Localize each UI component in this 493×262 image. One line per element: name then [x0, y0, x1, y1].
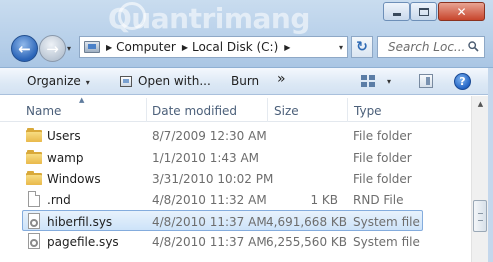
scroll-thumb[interactable]: [473, 200, 487, 232]
search-input[interactable]: Search Loc...: [377, 36, 485, 58]
list-item[interactable]: Windows 3/31/2010 10:02 PM File folder: [0, 168, 470, 189]
column-divider[interactable]: [347, 98, 348, 122]
file-type: File folder: [353, 129, 412, 143]
file-name: pagefile.sys: [47, 235, 119, 249]
folder-icon: [26, 128, 42, 142]
column-header-date[interactable]: Date modified: [152, 104, 237, 118]
file-icon: [28, 191, 40, 207]
system-file-icon: [28, 213, 40, 229]
column-headers: ▲ Name Date modified Size Type: [0, 96, 470, 122]
forward-button[interactable]: →: [39, 35, 66, 62]
maximize-button[interactable]: [410, 2, 437, 21]
file-type: System file: [353, 235, 420, 249]
breadcrumb-computer[interactable]: Computer: [116, 40, 176, 54]
back-arrow-icon: ←: [18, 39, 31, 58]
help-icon: ?: [459, 75, 466, 88]
window-frame: [488, 68, 493, 262]
file-name: hiberfil.sys: [47, 215, 113, 229]
column-header-size[interactable]: Size: [274, 104, 299, 118]
breadcrumb-separator[interactable]: ▶: [182, 43, 188, 52]
file-date: 1/1/2010 1:43 AM: [152, 151, 260, 165]
file-list: ▲ Name Date modified Size Type Users 8/7…: [0, 96, 470, 262]
file-name: .rnd: [47, 193, 71, 207]
list-item[interactable]: wamp 1/1/2010 1:43 AM File folder: [0, 147, 470, 168]
address-bar[interactable]: ▶ Computer ▶ Local Disk (C:) ▶ ▾: [79, 36, 348, 58]
organize-label: Organize: [27, 74, 81, 88]
folder-icon: [26, 171, 42, 185]
file-date: 8/7/2009 12:30 AM: [152, 129, 267, 143]
column-header-type[interactable]: Type: [354, 104, 382, 118]
help-button[interactable]: ?: [454, 73, 471, 90]
close-button[interactable]: ✕: [438, 2, 485, 21]
breadcrumb-separator[interactable]: ▶: [106, 43, 112, 52]
folder-icon: [26, 150, 42, 164]
minimize-icon: [392, 13, 401, 16]
column-divider[interactable]: [267, 98, 268, 122]
organize-button[interactable]: Organize ▾: [27, 74, 90, 88]
breadcrumb-separator[interactable]: ▶: [284, 43, 290, 52]
file-date: 3/31/2010 10:02 PM: [152, 172, 274, 186]
file-type: File folder: [353, 151, 412, 165]
breadcrumb-local-disk[interactable]: Local Disk (C:): [192, 40, 278, 54]
file-size: 6,255,560 KB: [266, 235, 347, 249]
file-date: 4/8/2010 11:37 AM: [152, 235, 267, 249]
list-item[interactable]: pagefile.sys 4/8/2010 11:37 AM 6,255,560…: [0, 231, 470, 252]
sort-ascending-icon: ▲: [79, 96, 85, 104]
scroll-up-button[interactable]: ▲: [472, 96, 489, 112]
file-size: 1 KB: [310, 193, 338, 207]
file-type: File folder: [353, 172, 412, 186]
open-with-icon: [120, 75, 132, 87]
refresh-icon: ↻: [356, 39, 368, 55]
preview-pane-button[interactable]: [419, 74, 433, 88]
watermark: Quantrimang: [108, 2, 310, 35]
file-name: wamp: [47, 151, 84, 165]
file-type: RND File: [353, 193, 404, 207]
view-options-dropdown[interactable]: ▾: [387, 77, 391, 86]
chevron-up-icon: ▲: [477, 100, 484, 108]
address-dropdown-icon[interactable]: ▾: [339, 43, 343, 52]
search-icon: [468, 41, 479, 52]
file-date: 4/8/2010 11:37 AM: [152, 215, 267, 229]
file-date: 4/8/2010 11:32 AM: [152, 193, 267, 207]
list-item[interactable]: .rnd 4/8/2010 11:32 AM 1 KB RND File: [0, 189, 470, 210]
open-with-label: Open with...: [138, 74, 211, 88]
file-name: Windows: [47, 172, 101, 186]
list-item[interactable]: Users 8/7/2009 12:30 AM File folder: [0, 125, 470, 146]
close-icon: ✕: [456, 4, 467, 19]
forward-arrow-icon: →: [46, 39, 59, 58]
change-view-icon[interactable]: [361, 75, 375, 88]
minimize-button[interactable]: [383, 2, 410, 21]
refresh-button[interactable]: ↻: [351, 36, 373, 58]
burn-label: Burn: [231, 74, 260, 88]
recent-pages-dropdown[interactable]: ▾: [67, 44, 71, 53]
window-chrome: Quantrimang ✕ ← → ▾ ▶ Computer ▶ Local D…: [0, 0, 493, 68]
computer-icon: [84, 41, 100, 53]
system-file-icon: [28, 233, 40, 249]
vertical-scrollbar[interactable]: ▲: [471, 96, 488, 262]
column-divider[interactable]: [146, 98, 147, 122]
command-bar: Organize ▾ Open with... Burn » ▾ ?: [0, 68, 493, 95]
burn-button[interactable]: Burn: [231, 74, 259, 88]
file-name: Users: [47, 129, 81, 143]
more-commands-button[interactable]: »: [277, 71, 286, 87]
search-placeholder: Search Loc...: [388, 40, 466, 54]
back-button[interactable]: ←: [11, 35, 38, 62]
list-item-selected[interactable]: hiberfil.sys 4/8/2010 11:37 AM 4,691,668…: [22, 210, 423, 231]
maximize-icon: [418, 7, 429, 16]
chevron-double-right-icon: »: [277, 71, 286, 87]
open-with-button[interactable]: Open with...: [120, 74, 211, 88]
file-type: System file: [353, 215, 420, 229]
column-header-name[interactable]: Name: [26, 104, 61, 118]
file-size: 4,691,668 KB: [266, 215, 347, 229]
chevron-down-icon: ▾: [85, 78, 90, 87]
